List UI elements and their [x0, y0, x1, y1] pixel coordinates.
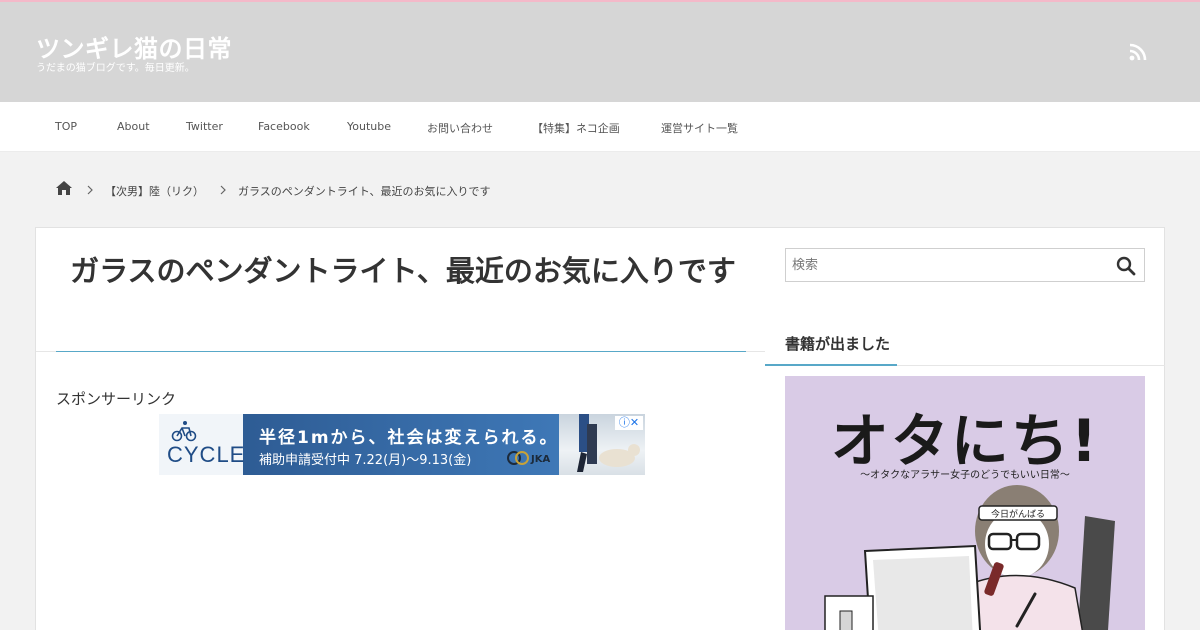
- breadcrumb-category[interactable]: 【次男】陸（リク）: [105, 183, 204, 199]
- nav-item-contact[interactable]: お問い合わせ: [427, 120, 493, 136]
- article-title: ガラスのペンダントライト、最近のお気に入りです: [70, 254, 736, 288]
- nav-item-sites[interactable]: 運営サイト一覧: [661, 120, 738, 136]
- ad-brand: CYCLE: [167, 442, 246, 467]
- nav-item-feature[interactable]: 【特集】ネコ企画: [532, 120, 620, 136]
- search-input[interactable]: [786, 249, 1106, 281]
- book-illustration: 今日がんばる: [824, 485, 1115, 630]
- ad-banner[interactable]: CYCLE 半径1mから、社会は変えられる。 補助申請受付中 7.22(月)～9…: [159, 414, 645, 475]
- nav-item-twitter[interactable]: Twitter: [186, 120, 223, 133]
- sidebar: 書籍が出ました オタにち! ～オタクなアラサー女子のどうでもいい日常～ 今日がん…: [765, 227, 1165, 630]
- nav-item-youtube[interactable]: Youtube: [347, 120, 391, 133]
- global-nav: TOP About Twitter Facebook Youtube お問い合わ…: [0, 102, 1200, 152]
- ad-sponsor-mark: JKA: [507, 451, 550, 465]
- rss-icon[interactable]: [1128, 42, 1148, 62]
- nav-item-about[interactable]: About: [117, 120, 150, 133]
- site-description: うだまの猫ブログです。毎日更新。: [36, 63, 195, 74]
- chevron-right-icon: [87, 185, 93, 195]
- breadcrumb-current: ガラスのペンダントライト、最近のお気に入りです: [238, 185, 491, 198]
- sponsor-label: スポンサーリンク: [56, 390, 177, 408]
- title-accent-line: [56, 351, 746, 352]
- ad-close-button[interactable]: ⓘ✕: [615, 416, 643, 430]
- article-main: ガラスのペンダントライト、最近のお気に入りです スポンサーリンク CYCLE 半…: [35, 227, 767, 630]
- widget-accent-line: [765, 364, 897, 366]
- book-headband-text: 今日がんばる: [991, 508, 1045, 520]
- nav-item-facebook[interactable]: Facebook: [258, 120, 310, 133]
- book-cover-image[interactable]: オタにち! ～オタクなアラサー女子のどうでもいい日常～ 今日がんばる: [785, 376, 1145, 630]
- jka-logo-icon: [507, 451, 529, 465]
- home-icon[interactable]: [55, 180, 73, 196]
- cyclist-icon: [171, 421, 197, 442]
- chevron-right-icon: [220, 185, 226, 195]
- ad-subline: 補助申請受付中 7.22(月)～9.13(金): [259, 453, 472, 468]
- site-header: ツンギレ猫の日常 うだまの猫ブログです。毎日更新。: [0, 2, 1200, 102]
- search-icon[interactable]: [1116, 256, 1136, 276]
- ad-headline: 半径1mから、社会は変えられる。: [259, 428, 559, 448]
- search-box: [785, 248, 1145, 282]
- widget-title: 書籍が出ました: [785, 335, 891, 353]
- nav-item-top[interactable]: TOP: [55, 120, 77, 133]
